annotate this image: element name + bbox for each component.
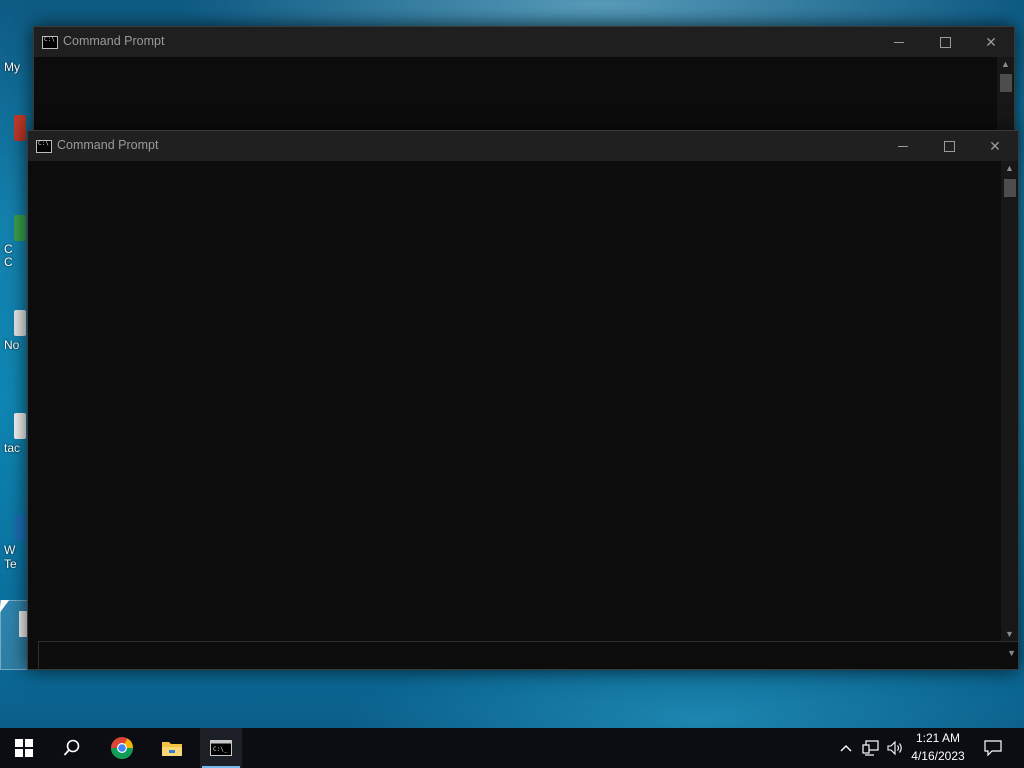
cmd-icon	[42, 36, 58, 49]
desktop-icon-app2[interactable]: W Te	[0, 515, 30, 571]
chevron-up-icon	[840, 745, 852, 752]
window-title: Command Prompt	[63, 34, 165, 48]
notepad-shortcut-icon	[14, 310, 26, 336]
maximize-button[interactable]	[922, 27, 968, 57]
command-prompt-window-front[interactable]: Command Prompt ▲ ▼ ▼	[27, 130, 1019, 670]
desktop-icon-my-computer[interactable]: My	[0, 58, 30, 74]
minimize-button[interactable]	[880, 131, 926, 161]
scroll-up-arrow-icon[interactable]: ▲	[997, 57, 1014, 71]
scroll-down-arrow-icon[interactable]: ▼	[1001, 627, 1018, 641]
desktop-icon-label: My	[4, 60, 20, 74]
file-shortcut-icon	[14, 413, 26, 439]
close-button[interactable]	[972, 131, 1018, 161]
scroll-down-arrow-icon[interactable]: ▼	[1007, 648, 1016, 658]
windows-logo-icon	[15, 739, 33, 757]
scrollbar-thumb[interactable]	[1000, 74, 1012, 92]
svg-text:C:\_: C:\_	[213, 746, 228, 753]
cmd-icon	[36, 140, 52, 153]
vertical-scrollbar[interactable]: ▲ ▼	[1001, 161, 1018, 641]
console-output[interactable]	[28, 161, 1001, 641]
taskbar-chrome-button[interactable]	[98, 728, 146, 768]
chrome-shortcut-icon	[14, 215, 26, 241]
window-titlebar[interactable]: Command Prompt	[28, 131, 1018, 161]
taskbar-command-prompt-button[interactable]: C:\_	[200, 728, 242, 768]
chrome-icon	[111, 737, 133, 759]
taskbar-file-explorer-button[interactable]	[148, 728, 196, 768]
start-button[interactable]	[0, 728, 48, 768]
search-icon	[63, 739, 80, 756]
window-titlebar[interactable]: Command Prompt	[34, 27, 1014, 57]
action-center-button[interactable]	[978, 728, 1008, 768]
desktop-icon-app[interactable]	[0, 115, 30, 141]
app-shortcut-icon	[14, 515, 26, 541]
maximize-button[interactable]	[926, 131, 972, 161]
command-prompt-window-back[interactable]: Command Prompt ▲	[33, 26, 1015, 138]
window-title: Command Prompt	[57, 138, 159, 152]
notification-icon	[984, 740, 1002, 756]
close-button[interactable]	[968, 27, 1014, 57]
desktop-icon-chrome[interactable]: C C	[0, 215, 30, 269]
volume-icon	[887, 740, 902, 756]
desktop-icon-file[interactable]: tac	[0, 413, 30, 455]
volume-button[interactable]	[884, 728, 906, 768]
minimize-button[interactable]	[876, 27, 922, 57]
scroll-up-arrow-icon[interactable]: ▲	[1001, 161, 1018, 175]
clock-button[interactable]: 1:21 AM 4/16/2023	[905, 728, 971, 768]
network-icon	[862, 740, 879, 756]
folder-icon	[162, 742, 182, 756]
vertical-scrollbar[interactable]: ▲	[997, 57, 1014, 137]
cmd-icon: C:\_	[210, 740, 232, 756]
app-shortcut-icon	[14, 115, 26, 141]
clock-date: 4/16/2023	[911, 749, 965, 763]
back-window-bottom-strip: ▼	[38, 641, 1018, 669]
scrollbar-thumb[interactable]	[1004, 179, 1016, 197]
search-button[interactable]	[48, 728, 96, 768]
network-button[interactable]	[860, 728, 882, 768]
show-hidden-icons-button[interactable]	[836, 728, 856, 768]
desktop-icon-notepad[interactable]: No	[0, 310, 30, 352]
console-output[interactable]	[34, 57, 997, 137]
clock-time: 1:21 AM	[915, 731, 961, 745]
taskbar: C:\_ 1:21 AM 4/16/2023	[0, 728, 1024, 768]
